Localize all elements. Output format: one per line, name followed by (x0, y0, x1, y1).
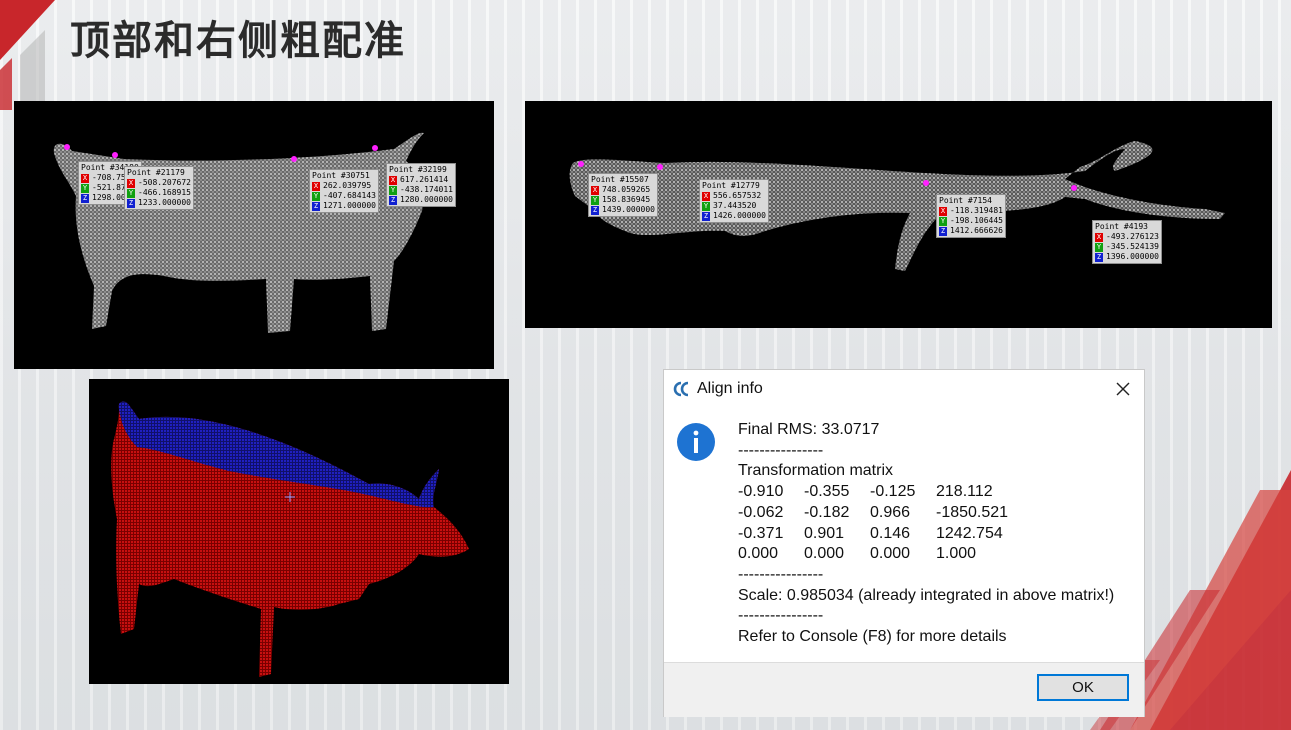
close-icon[interactable] (1112, 378, 1134, 400)
point-label: Point #12779 X 556.657532 Y 37.443520 Z 142… (699, 179, 769, 223)
point-label: Point #7154 X -118.319481 Y -198.106445 Z1… (936, 194, 1006, 238)
point-label: Point #21179 X -508.207672 Y -466.168915 Z… (124, 166, 194, 210)
pig-side-silhouette (53, 132, 424, 333)
matrix-cell: -0.355 (804, 483, 850, 501)
matrix-cell: -0.182 (804, 503, 850, 521)
align-info-dialog[interactable]: Align info Final RMS: 33.0717 ----------… (663, 369, 1145, 717)
ok-button[interactable]: OK (1037, 674, 1129, 701)
info-icon (677, 423, 715, 461)
top-left-red-decoration (0, 0, 55, 110)
matrix-cell: 218.112 (936, 483, 993, 501)
picked-point-marker (372, 145, 378, 151)
picked-point-marker (578, 161, 584, 167)
matrix-cell: 0.901 (804, 524, 845, 542)
point-label: Point #4193 X -493.276123 Y -345.524139 Z1… (1092, 220, 1162, 264)
matrix-row: -0.910 -0.355 -0.125 218.112 (738, 482, 1138, 503)
picked-point-marker (112, 152, 118, 158)
dialog-titlebar[interactable]: Align info (664, 370, 1144, 408)
matrix-cell: -0.062 (738, 503, 784, 521)
matrix-cell: -0.371 (738, 524, 784, 542)
matrix-cell: -1850.521 (936, 503, 1009, 521)
dialog-footer: OK (664, 662, 1144, 717)
top-view-point-cloud[interactable]: Point #15507 X 748.059265 Y 158.836945 Z 14… (525, 101, 1272, 328)
slide-title: 顶部和右侧粗配准 (70, 17, 406, 64)
matrix-row: -0.062 -0.182 0.966 -1850.521 (738, 503, 1138, 524)
matrix-cell: 1242.754 (936, 524, 1003, 542)
picked-point-marker (291, 156, 297, 162)
side-view-point-cloud[interactable]: Point #34180 X -708.75 Y -521.87 Z 1298.00 … (14, 101, 494, 369)
picked-point-marker (64, 144, 70, 150)
picked-point-marker (1071, 185, 1077, 191)
matrix-cell: 0.000 (804, 545, 845, 563)
point-label: Point #32199 X 617.261414 Y -438.174011 Z1… (386, 163, 456, 207)
matrix-cell: -0.910 (738, 483, 784, 501)
matrix-row: 0.000 0.000 0.000 1.000 (738, 544, 1138, 565)
dialog-title: Align info (697, 380, 763, 397)
matrix-cell: 1.000 (936, 545, 977, 563)
matrix-cell: 0.000 (870, 545, 911, 563)
separator: ---------------- (738, 565, 824, 583)
matrix-row: -0.371 0.901 0.146 1242.754 (738, 524, 1138, 545)
picked-point-marker (657, 164, 663, 170)
cloudcompare-icon (673, 381, 689, 397)
final-rms: Final RMS: 33.0717 (738, 421, 880, 438)
separator: ---------------- (738, 607, 824, 625)
aligned-point-clouds-view[interactable] (89, 379, 509, 684)
point-label: Point #15507 X 748.059265 Y 158.836945 Z 14… (588, 173, 658, 217)
matrix-cell: 0.966 (870, 503, 911, 521)
scale-info: Scale: 0.985034 (already integrated in a… (738, 586, 1115, 604)
matrix-cell: 0.000 (738, 545, 779, 563)
picked-point-marker (923, 180, 929, 186)
dialog-message: Final RMS: 33.0717 ---------------- Tran… (738, 420, 1138, 648)
matrix-cell: 0.146 (870, 524, 911, 542)
matrix-heading: Transformation matrix (738, 462, 893, 480)
aligned-pig-render (111, 401, 469, 677)
separator: ---------------- (738, 441, 824, 459)
point-label: Point #30751 X 262.039795 Y -407.684143 Z1… (309, 169, 379, 213)
console-hint: Refer to Console (F8) for more details (738, 628, 1007, 646)
matrix-cell: -0.125 (870, 483, 916, 501)
